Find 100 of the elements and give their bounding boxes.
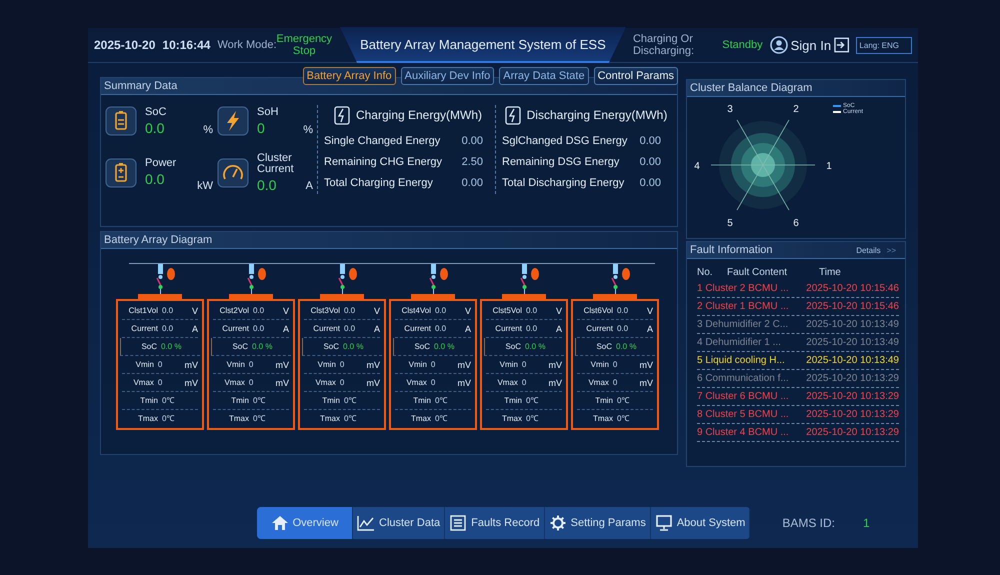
column-header: Time	[819, 267, 841, 278]
cluster-label: Current	[221, 322, 249, 334]
cluster-label: Tmin	[230, 394, 249, 406]
cluster-value: 0.0 %	[160, 340, 182, 352]
user-icon	[770, 36, 788, 54]
cluster-value: 0	[338, 376, 346, 388]
cluster-label: Clst4Vol	[400, 304, 431, 316]
cluster-value: 0	[338, 358, 346, 370]
fault-row[interactable]: 7 Cluster 6 BCMU ... 2025-10-20 10:13:29	[697, 388, 899, 406]
energy-value: 0.00	[640, 135, 661, 147]
nav-button[interactable]: Faults Record	[445, 507, 545, 539]
nav-button[interactable]: Cluster Data	[353, 507, 446, 539]
energy-label: Remaining DSG Energy	[502, 156, 620, 168]
gauge-icon	[217, 158, 249, 188]
cluster-label: Tmax	[137, 412, 158, 424]
cluster-label: Tmin	[503, 394, 522, 406]
cluster-label: Vmax	[405, 376, 427, 388]
cluster-unit: mV	[366, 376, 380, 388]
nav-button[interactable]: Setting Params	[544, 507, 651, 539]
logout-icon[interactable]	[834, 37, 850, 53]
metric-unit: A	[306, 180, 313, 192]
tab[interactable]: Auxiliary Dev Info	[400, 67, 494, 85]
panel-title: Battery Array Diagram	[101, 232, 677, 249]
cluster-label: Tmax	[319, 412, 340, 424]
tab[interactable]: Array Data State	[499, 67, 589, 85]
fault-row[interactable]: 8 Cluster 5 BCMU ... 2025-10-20 10:13:29	[697, 406, 899, 424]
fault-row[interactable]: 5 Liquid cooling H... 2025-10-20 10:13:49	[697, 352, 899, 370]
cluster-value: 0	[248, 358, 254, 370]
cluster-label: Vmin	[316, 358, 336, 370]
cluster-value: 0.0	[434, 304, 448, 316]
cluster-value: 0.0	[434, 322, 448, 334]
language-button[interactable]: Lang: ENG	[856, 36, 912, 54]
axis-label: 2	[793, 104, 799, 115]
cluster-unit: mV	[184, 376, 198, 388]
switch-drawing	[429, 264, 449, 294]
battery-icon	[105, 106, 137, 136]
cluster-unit: mV	[548, 376, 562, 388]
cluster-label: Tmin	[321, 394, 340, 406]
cluster-unit: V	[282, 304, 289, 316]
panel-title: Cluster Balance Diagram	[687, 80, 905, 97]
more-link[interactable]: >>	[886, 246, 896, 254]
cluster-label: Current	[312, 322, 340, 334]
sign-in-button[interactable]: Sign In	[770, 36, 832, 54]
cluster-value: 0.0 %	[342, 340, 364, 352]
cluster-label: SoC	[504, 340, 521, 352]
line-chart-icon	[357, 515, 375, 531]
cluster-value: 0	[156, 358, 164, 370]
cluster-label: SoC	[413, 340, 430, 352]
metric-unit: %	[203, 124, 213, 136]
date-text: 2025-10-20	[94, 38, 156, 52]
fault-row[interactable]: 4 Dehumidifier 1 ... 2025-10-20 10:13:49	[697, 334, 899, 352]
cluster-value: 0℃	[616, 412, 630, 424]
cluster-label: Vmin	[408, 358, 427, 370]
cluster-unit: mV	[458, 376, 471, 388]
fault-row[interactable]: 6 Communication f... 2025-10-20 10:13:29	[697, 370, 899, 388]
monitor-icon	[654, 515, 673, 531]
cluster-value: 0℃	[616, 394, 630, 406]
energy-label: SglChanged DSG Energy	[502, 135, 628, 147]
metric-unit: %	[303, 124, 313, 136]
cluster-label: Clst6Vol	[582, 304, 613, 316]
fault-row[interactable]: 3 Dehumidifier 2 C... 2025-10-20 10:13:49	[697, 316, 899, 334]
settings-icon	[548, 515, 567, 531]
metric-value: 0.0	[145, 171, 166, 188]
cluster-value: 0.0	[160, 304, 174, 316]
cluster-unit: mV	[366, 358, 380, 370]
details-link[interactable]: Details	[856, 246, 881, 254]
fault-row[interactable]: 2 Cluster 1 BCMU ... 2025-10-20 10:15:46	[697, 298, 899, 316]
fault-row[interactable]: 9 Cluster 4 BCMU ... 2025-10-20 10:13:29	[697, 424, 899, 442]
energy-value: 0.00	[462, 135, 483, 147]
home-icon	[270, 515, 289, 531]
work-mode-value: Emergency Stop	[276, 33, 333, 57]
lightning-icon	[217, 106, 249, 136]
axis-label: 5	[727, 218, 733, 230]
switch-drawing	[247, 264, 267, 294]
cluster-unit: A	[464, 322, 471, 334]
cluster-label: Vmin	[590, 358, 609, 370]
metric-unit: kW	[197, 180, 213, 192]
energy-label: Total Charging Energy	[324, 177, 433, 189]
cluster-unit: V	[374, 304, 380, 316]
bams-id-label: BAMS ID:	[782, 516, 835, 530]
switch-drawing	[156, 264, 176, 294]
energy-icon	[334, 105, 350, 125]
cluster-label: SoC	[140, 340, 157, 352]
tab[interactable]: Control Params	[594, 67, 678, 85]
cluster-value: 0℃	[434, 412, 448, 424]
cluster-label: Current	[585, 322, 613, 334]
fault-row[interactable]: 1 Cluster 2 BCMU ... 2025-10-20 10:15:46	[697, 280, 899, 298]
energy-value: 0.00	[640, 177, 661, 189]
metric-value: 0.0	[145, 120, 166, 136]
cluster-label: Vmin	[226, 358, 245, 370]
cluster-value: 0℃	[343, 412, 358, 424]
cluster-label: Tmax	[410, 412, 431, 424]
battery-icon	[105, 158, 137, 188]
window-title: Battery Array Management System of ESS	[360, 36, 606, 52]
cluster-label: Vmax	[496, 376, 518, 388]
switch-drawing	[338, 264, 358, 294]
nav-button[interactable]: About System	[650, 507, 750, 539]
cluster-value: 0℃	[343, 394, 358, 406]
nav-button[interactable]: Overview	[257, 507, 353, 539]
cluster-label: Current	[130, 322, 158, 334]
